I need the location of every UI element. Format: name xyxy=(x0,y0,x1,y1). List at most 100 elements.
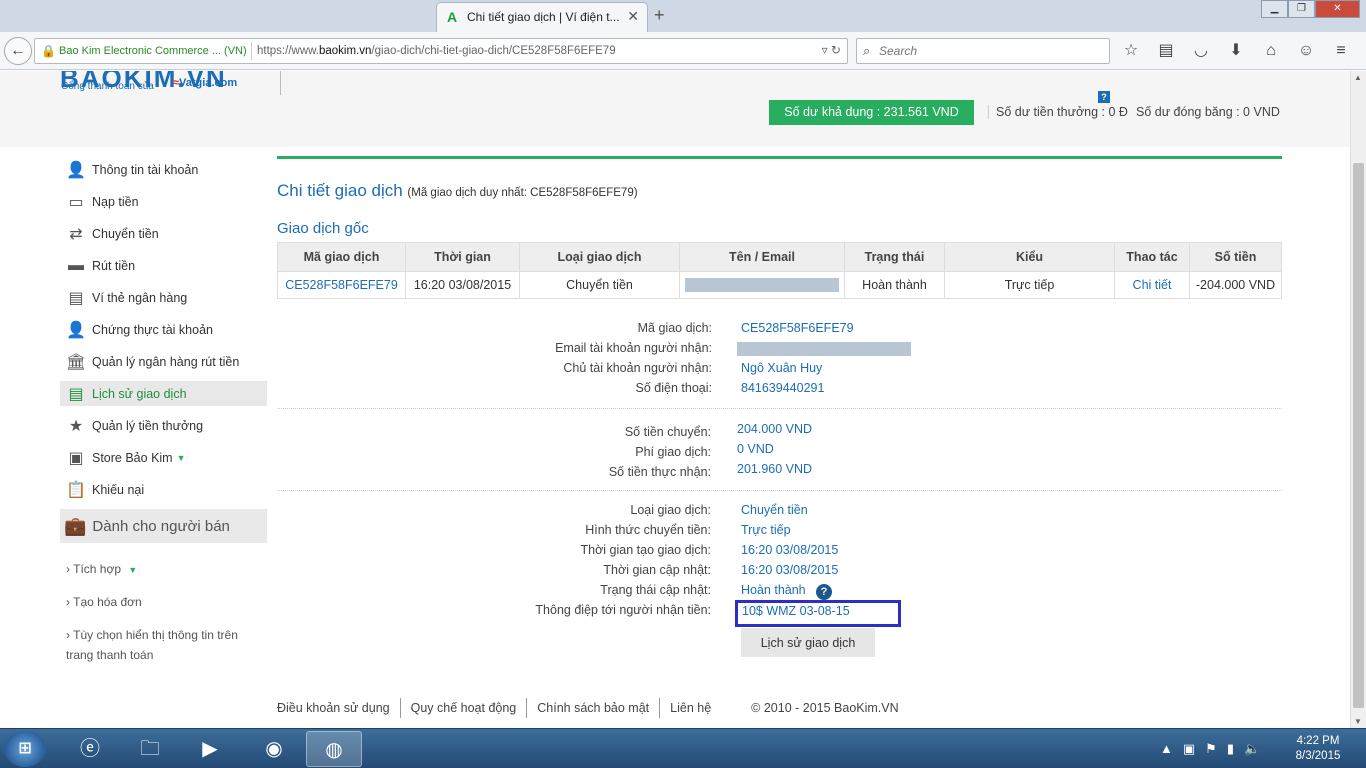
url-text[interactable]: https://www.baokim.vn/giao-dich/chi-tiet… xyxy=(257,45,616,57)
logo-tagline: Cổng thanh toán của xyxy=(61,81,154,92)
transfer-icon: ⇄ xyxy=(69,225,83,243)
windows-taskbar: ⊞ ⓔ 🗀 ▶ ◉ ◍ ▲ ▣ ⚑ ▮ 🔈 4:22 PM 8/3/2015 xyxy=(0,728,1366,768)
col-status: Trạng thái xyxy=(844,242,945,272)
scroll-down-icon[interactable]: ▼ xyxy=(1354,717,1362,726)
type-label: Loại giao dịch: xyxy=(630,503,711,517)
verify-icon: 👤 xyxy=(66,321,86,339)
col-amount: Số tiền xyxy=(1189,242,1282,272)
sidebar-item-verify[interactable]: 👤 Chứng thực tài khoản xyxy=(60,317,267,342)
internet-explorer-icon[interactable]: ⓔ xyxy=(62,731,118,767)
fee-value: 0 VND xyxy=(737,442,774,456)
email-redacted xyxy=(737,342,911,356)
sidebar-item-bank-card[interactable]: ▤ Ví thẻ ngân hàng xyxy=(60,285,267,310)
seller-item-display-options[interactable]: › Tùy chọn hiển thị thông tin trên trang… xyxy=(66,625,256,665)
code-label: Mã giao dịch: xyxy=(637,321,712,335)
copyright: © 2010 - 2015 BaoKim.VN xyxy=(751,701,899,715)
search-bar[interactable]: ⌕ xyxy=(856,38,1110,64)
site-footer: Điều khoản sử dụng Quy chế hoạt động Chí… xyxy=(277,698,899,718)
bookmark-star-icon[interactable]: ☆ xyxy=(1120,41,1142,61)
status-help-icon[interactable]: ? xyxy=(816,584,832,600)
reload-icon[interactable]: ▿ ↻ xyxy=(822,43,841,57)
method-label: Hình thức chuyển tiền: xyxy=(585,523,711,537)
tray-expand-icon[interactable]: ▲ xyxy=(1160,741,1173,757)
transaction-type: Chuyển tiền xyxy=(519,271,680,299)
sidebar-item-store[interactable]: ▣ Store Bảo Kim ▼ xyxy=(60,445,267,470)
transaction-history-button[interactable]: Lịch sử giao dịch xyxy=(741,628,875,657)
footer-link-terms[interactable]: Điều khoản sử dụng xyxy=(277,698,401,718)
scroll-up-icon[interactable]: ▲ xyxy=(1354,73,1362,82)
bonus-icon: ★ xyxy=(68,417,84,435)
detail-link[interactable]: Chi tiết xyxy=(1114,271,1190,299)
chrome-icon[interactable]: ◉ xyxy=(246,731,302,767)
section-title: Giao dịch gốc xyxy=(277,220,369,237)
footer-link-privacy[interactable]: Chính sách bảo mật xyxy=(527,698,661,718)
tab-close-icon[interactable]: ✕ xyxy=(627,8,639,25)
phone-value: 841639440291 xyxy=(741,381,825,395)
transaction-status: Hoàn thành xyxy=(844,271,945,299)
minimize-icon[interactable]: ▁ xyxy=(1261,0,1288,18)
url-bar[interactable]: 🔒 Bao Kim Electronic Commerce ... (VN) h… xyxy=(34,38,848,64)
history-icon: ▤ xyxy=(68,385,84,403)
page-scrollbar[interactable]: ▲ ▼ xyxy=(1350,71,1366,728)
updated-label: Thời gian cập nhật: xyxy=(603,563,711,577)
footer-link-rules[interactable]: Quy chế hoạt động xyxy=(401,698,528,718)
net-label: Số tiền thực nhận: xyxy=(608,465,711,479)
col-code: Mã giao dịch xyxy=(277,242,406,272)
site-identity[interactable]: Bao Kim Electronic Commerce ... (VN) xyxy=(59,45,247,57)
site-header: BAOKIM.VN Cổng thanh toán của ≈Vatgia.co… xyxy=(0,71,1350,147)
help-icon[interactable]: ? xyxy=(1098,91,1110,103)
sidebar-item-transfer[interactable]: ⇄ Chuyển tiền xyxy=(60,221,267,246)
footer-link-contact[interactable]: Liên hệ xyxy=(660,698,721,718)
file-explorer-icon[interactable]: 🗀 xyxy=(122,731,178,767)
recipient-redacted xyxy=(679,271,845,299)
taskbar-clock[interactable]: 4:22 PM 8/3/2015 xyxy=(1290,734,1346,764)
table-header-row: Mã giao dịch Thời gian Loại giao dịch Tê… xyxy=(277,242,1282,272)
bonus-balance: Số dư tiền thưởng : 0 Đ xyxy=(988,105,1128,119)
seller-item-invoice[interactable]: › Tạo hóa đơn xyxy=(66,592,256,612)
chevron-down-icon: ▼ xyxy=(128,565,138,575)
col-type: Loại giao dịch xyxy=(519,242,680,272)
sidebar-item-history[interactable]: ▤ Lịch sử giao dịch xyxy=(60,381,267,406)
download-icon[interactable]: ⬇ xyxy=(1225,41,1247,61)
net-value: 201.960 VND xyxy=(737,462,813,476)
reading-list-icon[interactable]: ▤ xyxy=(1155,41,1177,61)
col-action: Thao tác xyxy=(1114,242,1190,272)
start-button-icon[interactable]: ⊞ xyxy=(4,731,46,767)
back-arrow-icon[interactable]: ← xyxy=(4,37,32,65)
sidebar-item-account-info[interactable]: 👤 Thông tin tài khoản xyxy=(60,157,267,182)
window-close-icon[interactable]: ✕ xyxy=(1315,0,1360,18)
system-tray: ▲ ▣ ⚑ ▮ 🔈 xyxy=(1160,741,1260,757)
deposit-icon: ▭ xyxy=(68,193,84,211)
network-icon[interactable]: ▮ xyxy=(1227,741,1234,757)
sidebar-item-deposit[interactable]: ▭ Nạp tiền xyxy=(60,189,267,214)
tray-flag-icon[interactable]: ⚑ xyxy=(1205,741,1217,757)
owner-label: Chủ tài khoản người nhận: xyxy=(563,361,712,375)
email-label: Email tài khoản người nhận: xyxy=(555,341,712,355)
sidebar-item-complaint[interactable]: 📋 Khiếu nại xyxy=(60,477,267,502)
media-player-icon[interactable]: ▶ xyxy=(182,731,238,767)
col-time: Thời gian xyxy=(405,242,520,272)
status-label: Trạng thái cập nhật: xyxy=(600,583,711,597)
maximize-icon[interactable]: ❐ xyxy=(1288,0,1315,18)
frozen-balance: Số dư đóng băng : 0 VND xyxy=(1136,105,1280,119)
menu-icon[interactable]: ≡ xyxy=(1330,41,1352,61)
new-tab-icon[interactable]: + xyxy=(654,5,665,26)
sidebar-item-bonus[interactable]: ★ Quản lý tiền thưởng xyxy=(60,413,267,438)
sidebar-item-bank-manage[interactable]: 🏛 Quản lý ngân hàng rút tiền xyxy=(60,349,267,374)
browser-tab[interactable]: A Chi tiết giao dịch | Ví điện t... ✕ xyxy=(436,2,648,32)
chat-icon[interactable]: ☺ xyxy=(1295,41,1317,61)
search-icon: ⌕ xyxy=(863,43,871,58)
phone-label: Số điện thoại: xyxy=(635,381,712,395)
pocket-icon[interactable]: ◡ xyxy=(1190,41,1212,61)
scroll-thumb[interactable] xyxy=(1353,163,1364,708)
transaction-code-link[interactable]: CE528F58F6EFE79 xyxy=(277,271,406,299)
firefox-icon[interactable]: ◍ xyxy=(306,731,362,767)
store-icon: ▣ xyxy=(68,449,84,467)
volume-icon[interactable]: 🔈 xyxy=(1244,741,1260,757)
home-icon[interactable]: ⌂ xyxy=(1260,41,1282,61)
seller-item-integration[interactable]: › Tích hợp ▼ xyxy=(66,559,256,580)
search-input[interactable] xyxy=(879,43,1099,59)
transaction-time: 16:20 03/08/2015 xyxy=(405,271,520,299)
sidebar-item-withdraw[interactable]: ▬ Rút tiền xyxy=(60,253,267,278)
tray-app-icon[interactable]: ▣ xyxy=(1183,741,1195,757)
